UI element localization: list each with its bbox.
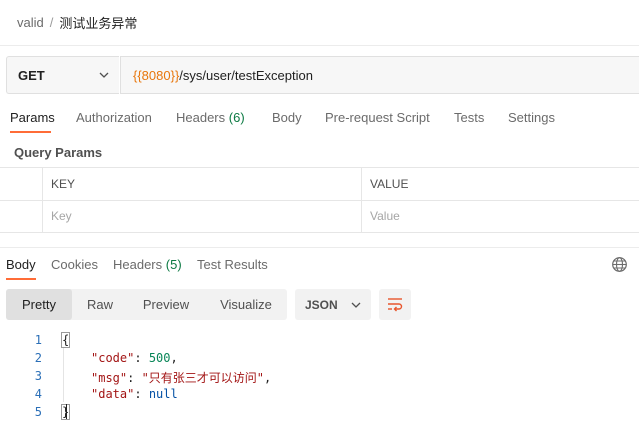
param-key-input[interactable]: Key bbox=[51, 209, 72, 223]
raw-button[interactable]: Raw bbox=[76, 289, 124, 320]
pretty-button[interactable]: Pretty bbox=[6, 289, 72, 320]
url-input[interactable]: {{8080}}/sys/user/testException bbox=[120, 56, 639, 94]
active-tab-indicator bbox=[10, 131, 51, 133]
indent-guide bbox=[63, 348, 64, 402]
column-header-value: VALUE bbox=[370, 177, 409, 191]
response-headers-count: (5) bbox=[165, 257, 182, 272]
url-path: /sys/user/testException bbox=[179, 67, 313, 83]
tab-pre-request-script[interactable]: Pre-request Script bbox=[325, 110, 430, 125]
code-line: "msg": "只有张三才可以访问", bbox=[91, 371, 272, 385]
tab-settings[interactable]: Settings bbox=[508, 110, 555, 125]
format-select[interactable]: JSON bbox=[295, 289, 371, 320]
table-border bbox=[0, 232, 639, 233]
chevron-down-icon bbox=[351, 302, 361, 308]
text-caret bbox=[66, 404, 67, 419]
code-line: "data": null bbox=[91, 387, 178, 401]
param-value-input[interactable]: Value bbox=[370, 209, 400, 223]
breadcrumb-collection[interactable]: valid bbox=[17, 15, 44, 30]
url-variable: {{8080}} bbox=[133, 67, 180, 83]
line-number: 1 bbox=[34, 333, 42, 347]
table-border bbox=[0, 167, 639, 168]
line-number: 3 bbox=[34, 369, 42, 383]
breadcrumb: valid / 测试业务异常 bbox=[17, 13, 137, 32]
method-select[interactable]: GET bbox=[6, 56, 119, 94]
tab-response-body[interactable]: Body bbox=[6, 257, 36, 272]
format-select-label: JSON bbox=[305, 297, 338, 312]
method-label: GET bbox=[18, 67, 45, 83]
preview-button[interactable]: Preview bbox=[132, 289, 200, 320]
globe-icon[interactable] bbox=[611, 256, 628, 273]
active-tab-indicator bbox=[6, 278, 36, 280]
table-border bbox=[42, 167, 43, 232]
line-number: 5 bbox=[34, 405, 42, 419]
query-params-title: Query Params bbox=[14, 145, 103, 160]
line-number: 4 bbox=[34, 387, 42, 401]
tab-authorization[interactable]: Authorization bbox=[76, 110, 152, 125]
tab-response-headers[interactable]: Headers (5) bbox=[113, 257, 182, 272]
headers-count: (6) bbox=[228, 110, 245, 125]
divider bbox=[0, 45, 639, 46]
line-number: 2 bbox=[34, 351, 42, 365]
table-border bbox=[0, 200, 639, 201]
tab-headers[interactable]: Headers (6) bbox=[176, 110, 245, 125]
tab-params[interactable]: Params bbox=[10, 110, 55, 125]
tab-body[interactable]: Body bbox=[272, 110, 302, 125]
wrap-lines-button[interactable] bbox=[379, 289, 411, 320]
open-brace: { bbox=[60, 332, 71, 348]
tab-test-results[interactable]: Test Results bbox=[197, 257, 268, 272]
tab-tests[interactable]: Tests bbox=[454, 110, 484, 125]
code-line: "code": 500, bbox=[91, 351, 178, 365]
format-button-group: Pretty Raw Preview Visualize bbox=[6, 289, 287, 320]
visualize-button[interactable]: Visualize bbox=[210, 289, 282, 320]
request-name[interactable]: 测试业务异常 bbox=[59, 13, 137, 32]
tab-cookies[interactable]: Cookies bbox=[51, 257, 98, 272]
table-border bbox=[361, 167, 362, 232]
response-divider bbox=[0, 247, 639, 248]
wrap-lines-icon bbox=[388, 298, 403, 312]
chevron-down-icon bbox=[99, 72, 109, 78]
column-header-key: KEY bbox=[51, 177, 76, 191]
breadcrumb-separator: / bbox=[49, 14, 54, 30]
